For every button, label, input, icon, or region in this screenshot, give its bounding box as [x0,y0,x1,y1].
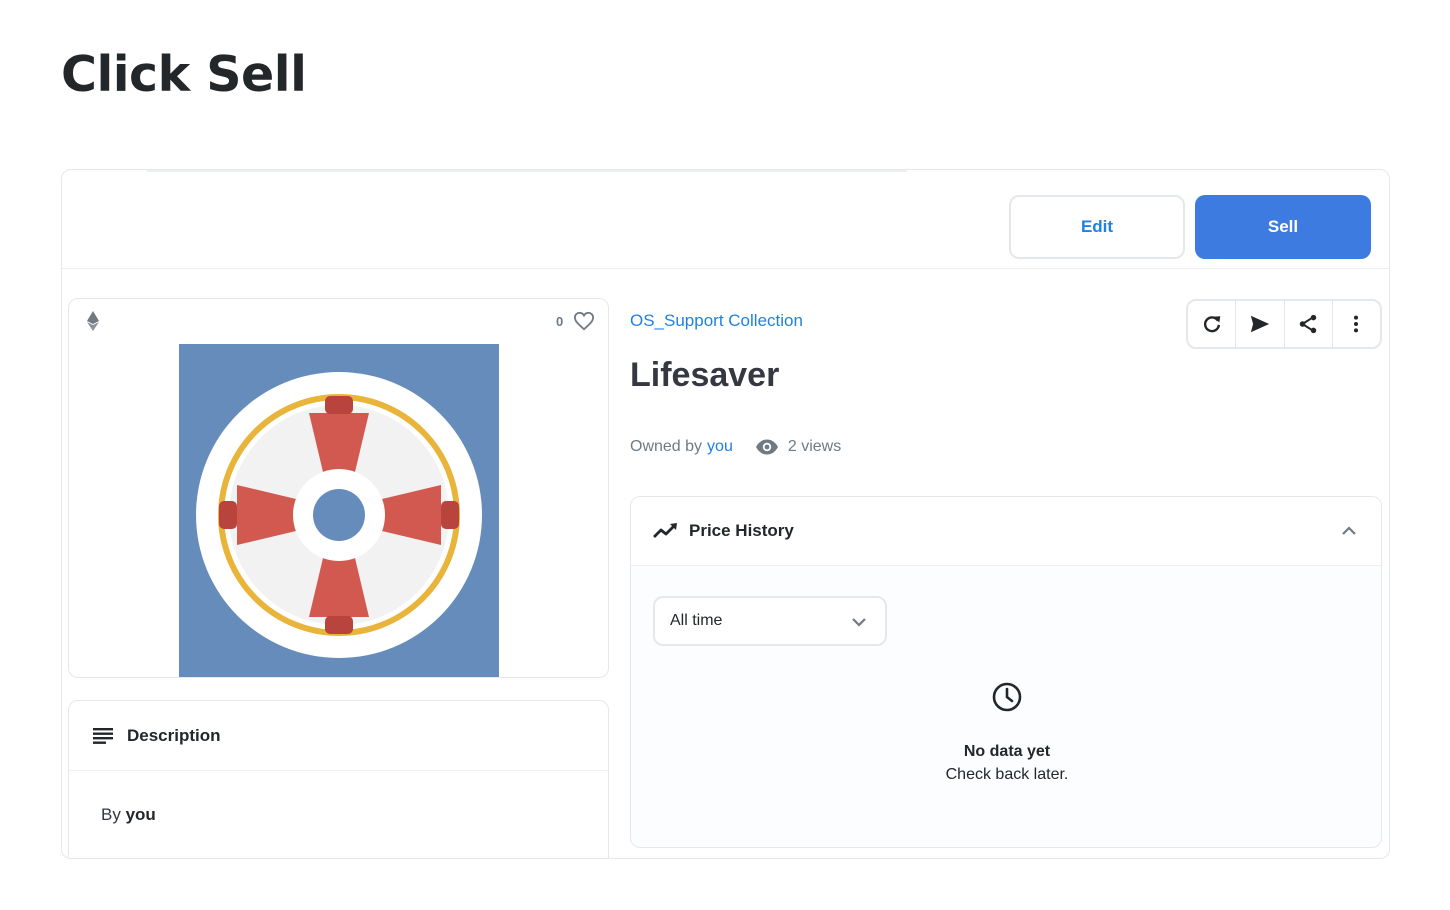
owner-action-bar: Edit Sell [62,170,1389,269]
author-link[interactable]: you [126,805,156,824]
item-title: Lifesaver [630,356,780,394]
refresh-button[interactable] [1188,301,1237,347]
more-options-button[interactable] [1333,301,1380,347]
period-select-value: All time [670,612,723,629]
trending-icon [653,523,677,538]
app-screenshot: Edit Sell 0 Description By you OS_Suppor… [61,169,1390,859]
refresh-icon [1203,316,1220,333]
share-button[interactable] [1285,301,1333,347]
share-icon [1299,314,1317,334]
send-icon [1250,315,1270,333]
view-count: 2 views [787,438,842,455]
description-header[interactable]: Description [69,701,608,771]
page-title: Click Sell [61,46,307,103]
price-history-title: Price History [689,521,794,540]
chevron-up-icon[interactable] [1341,523,1357,539]
description-panel: Description By you [68,700,609,858]
price-history-panel: Price History All time No data yet Check… [630,496,1382,848]
eye-icon [755,439,778,455]
owner-link[interactable]: you [707,438,733,456]
owner-row: Owned by you 2 views [630,438,841,456]
heart-icon[interactable] [573,311,595,331]
description-title: Description [127,725,221,745]
empty-state: No data yet Check back later. [631,681,1381,784]
transfer-button[interactable] [1236,301,1285,347]
by-label: By [101,805,121,824]
collection-link[interactable]: OS_Support Collection [630,311,803,331]
text-lines-icon [93,727,113,744]
item-toolbar [1186,299,1382,349]
period-select[interactable]: All time [653,596,887,646]
description-body: By you [69,771,608,825]
chevron-down-icon [852,618,866,627]
empty-title: No data yet [963,743,1051,760]
edit-button[interactable]: Edit [1009,195,1185,259]
owned-by-label: Owned by [630,438,703,455]
lifebuoy-image[interactable] [179,344,499,677]
price-history-header[interactable]: Price History [631,497,1381,566]
ethereum-icon [87,311,99,331]
sell-button[interactable]: Sell [1195,195,1371,259]
item-media-card: 0 [68,298,609,678]
empty-subtitle: Check back later. [945,766,1069,783]
more-icon [1354,315,1359,333]
clock-icon [992,682,1022,712]
favorite-count: 0 [556,314,564,329]
